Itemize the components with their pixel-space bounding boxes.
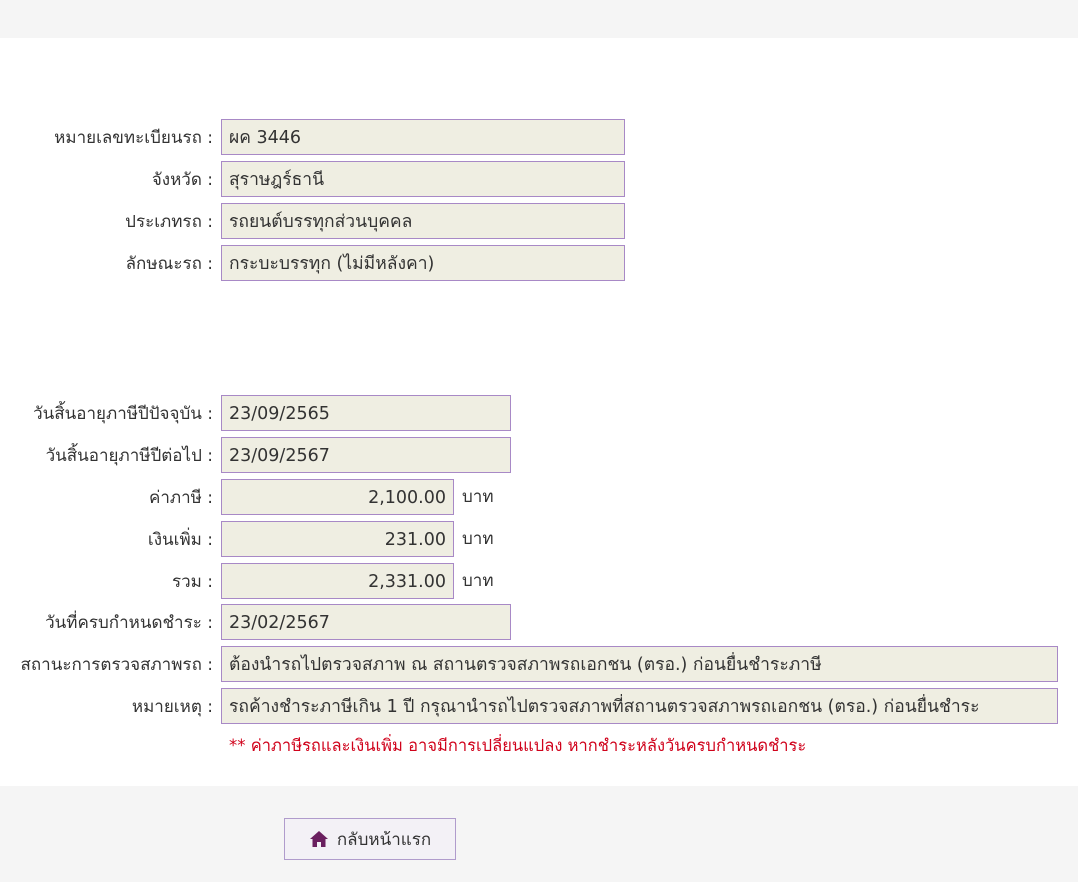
surcharge-row: เงินเพิ่ม : 231.00 บาท <box>0 521 1078 559</box>
surcharge-unit: บาท <box>462 529 494 549</box>
plate-field: ผค 3446 <box>221 119 625 155</box>
inspection-status-field: ต้องนำรถไปตรวจสภาพ ณ สถานตรวจสภาพรถเอกชน… <box>221 646 1058 682</box>
current-expiry-label: วันสิ้นอายุภาษีปีปัจจุบัน : <box>33 404 213 424</box>
vehicle-body-field: กระบะบรรทุก (ไม่มีหลังคา) <box>221 245 625 281</box>
next-expiry-row: วันสิ้นอายุภาษีปีต่อไป : 23/09/2567 <box>0 437 1078 475</box>
remark-row: หมายเหตุ : รถค้างชำระภาษีเกิน 1 ปี กรุณา… <box>0 688 1078 726</box>
total-row: รวม : 2,331.00 บาท <box>0 563 1078 601</box>
home-icon <box>309 830 329 848</box>
tax-row: ค่าภาษี : 2,100.00 บาท <box>0 479 1078 517</box>
home-button[interactable]: กลับหน้าแรก <box>284 818 456 860</box>
vehicle-type-field: รถยนต์บรรทุกส่วนบุคคล <box>221 203 625 239</box>
current-expiry-row: วันสิ้นอายุภาษีปีปัจจุบัน : 23/09/2565 <box>0 395 1078 433</box>
surcharge-label: เงินเพิ่ม : <box>147 530 213 550</box>
province-field: สุราษฎร์ธานี <box>221 161 625 197</box>
total-label: รวม : <box>171 572 213 592</box>
vehicle-body-row: ลักษณะรถ : กระบะบรรทุก (ไม่มีหลังคา) <box>0 245 1078 283</box>
province-row: จังหวัด : สุราษฎร์ธานี <box>0 161 1078 199</box>
tax-unit: บาท <box>462 487 494 507</box>
footer-bar <box>0 786 1078 882</box>
remark-label: หมายเหตุ : <box>131 697 213 717</box>
due-date-label: วันที่ครบกำหนดชำระ : <box>45 613 213 633</box>
current-expiry-field: 23/09/2565 <box>221 395 511 431</box>
top-bar <box>0 0 1078 38</box>
next-expiry-field: 23/09/2567 <box>221 437 511 473</box>
vehicle-body-label: ลักษณะรถ : <box>125 254 213 274</box>
change-warning-note: ** ค่าภาษีรถและเงินเพิ่ม อาจมีการเปลี่ยน… <box>229 736 807 755</box>
vehicle-type-row: ประเภทรถ : รถยนต์บรรทุกส่วนบุคคล <box>0 203 1078 241</box>
vehicle-type-label: ประเภทรถ : <box>125 212 213 232</box>
total-unit: บาท <box>462 571 494 591</box>
plate-row: หมายเลขทะเบียนรถ : ผค 3446 <box>0 119 1078 157</box>
plate-label: หมายเลขทะเบียนรถ : <box>54 128 213 148</box>
tax-label: ค่าภาษี : <box>148 488 213 508</box>
home-button-label: กลับหน้าแรก <box>336 829 432 850</box>
next-expiry-label: วันสิ้นอายุภาษีปีต่อไป : <box>45 446 213 466</box>
tax-amount-field: 2,100.00 <box>221 479 454 515</box>
surcharge-amount-field: 231.00 <box>221 521 454 557</box>
remark-field: รถค้างชำระภาษีเกิน 1 ปี กรุณานำรถไปตรวจส… <box>221 688 1058 724</box>
inspection-status-label: สถานะการตรวจสภาพรถ : <box>20 655 213 675</box>
province-label: จังหวัด : <box>151 170 213 190</box>
total-amount-field: 2,331.00 <box>221 563 454 599</box>
due-date-row: วันที่ครบกำหนดชำระ : 23/02/2567 <box>0 604 1078 642</box>
inspection-status-row: สถานะการตรวจสภาพรถ : ต้องนำรถไปตรวจสภาพ … <box>0 646 1078 684</box>
due-date-field: 23/02/2567 <box>221 604 511 640</box>
